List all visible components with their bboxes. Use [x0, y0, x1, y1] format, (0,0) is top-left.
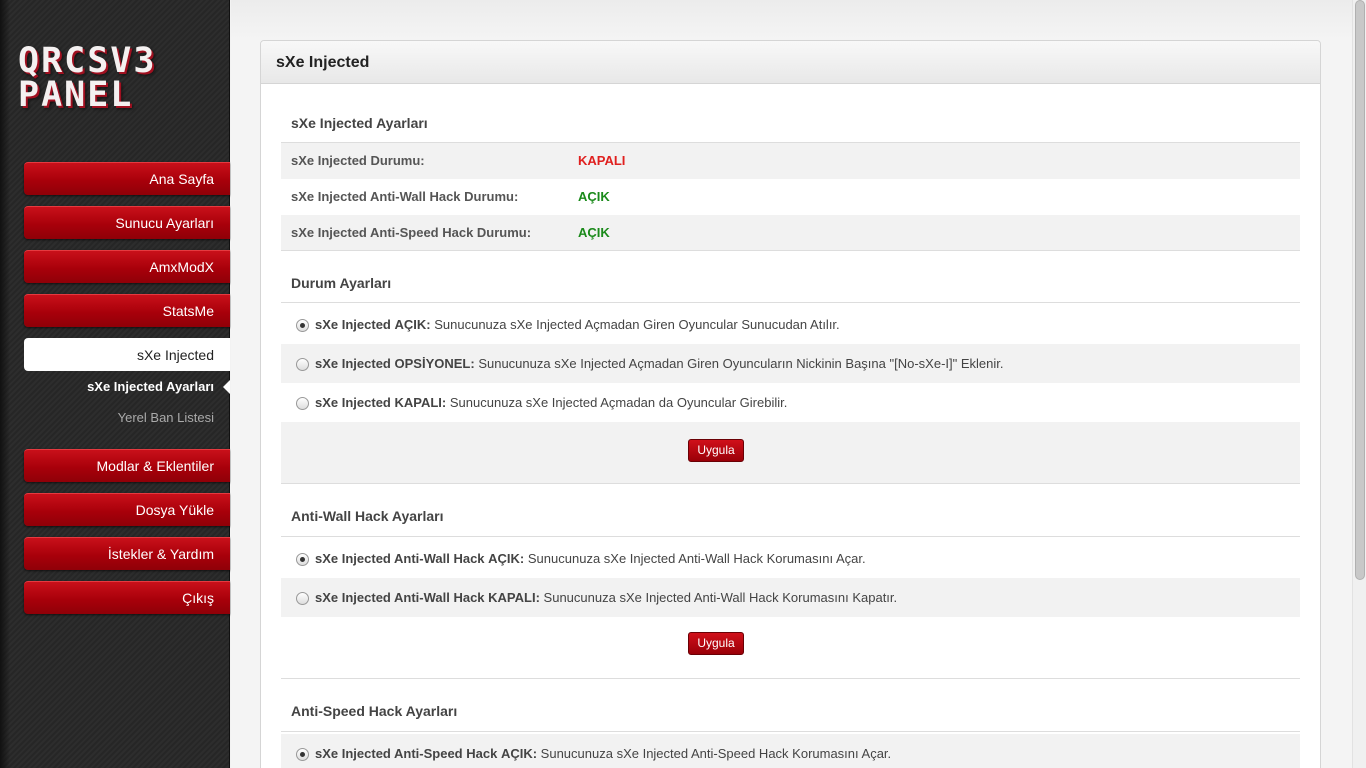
scrollbar[interactable] — [1352, 0, 1366, 768]
radio-antiwall-acik[interactable] — [296, 553, 309, 566]
section-title-durum: Durum Ayarları — [281, 251, 1300, 303]
panel-body: sXe Injected Ayarları sXe Injected Durum… — [261, 84, 1320, 768]
option-description: Sunucunuza sXe Injected Açmadan Giren Oy… — [434, 317, 840, 332]
section-title-antiwall: Anti-Wall Hack Ayarları — [281, 484, 1300, 537]
nav-item-sxe-injected[interactable]: sXe Injected — [24, 338, 230, 371]
nav-item-amxmodx[interactable]: AmxModX — [24, 250, 230, 283]
nav-item-modlar-eklentiler[interactable]: Modlar & Eklentiler — [24, 449, 230, 482]
option-state: KAPALI: — [394, 395, 447, 410]
status-row: sXe Injected Anti-Wall Hack Durumu: AÇIK — [281, 179, 1300, 215]
option-row: sXe Injected Anti-Speed Hack AÇIK: Sunuc… — [281, 734, 1300, 768]
option-state: AÇIK: — [488, 551, 525, 566]
option-description: Sunucunuza sXe Injected Anti-Wall Hack K… — [527, 551, 866, 566]
option-state: AÇIK: — [394, 317, 431, 332]
radio-antiwall-kapali[interactable] — [296, 592, 309, 605]
option-state: AÇIK: — [500, 746, 538, 761]
option-row: sXe Injected Anti-Wall Hack AÇIK: Sunucu… — [281, 539, 1300, 578]
option-description: Sunucunuza sXe Injected Açmadan Giren Oy… — [478, 356, 1004, 371]
section-title-settings: sXe Injected Ayarları — [281, 84, 1300, 143]
status-value: KAPALI — [578, 153, 626, 168]
status-label: sXe Injected Durumu: — [291, 153, 425, 168]
main-nav: Ana Sayfa Sunucu Ayarları AmxModX StatsM… — [24, 162, 230, 625]
subnav-item-yerel-ban-listesi[interactable]: Yerel Ban Listesi — [24, 402, 230, 433]
apply-button-antiwall[interactable]: Uygula — [688, 632, 744, 655]
nav-item-cikis[interactable]: Çıkış — [24, 581, 230, 614]
radio-durum-opsiyonel[interactable] — [296, 358, 309, 371]
nav-item-statsme[interactable]: StatsMe — [24, 294, 230, 327]
option-state: OPSİYONEL: — [394, 356, 475, 371]
option-row: sXe Injected KAPALI: Sunucunuza sXe Inje… — [281, 383, 1300, 422]
status-value: AÇIK — [578, 189, 610, 204]
scrollbar-thumb[interactable] — [1355, 0, 1365, 580]
logo-line-2: PANEL — [18, 75, 134, 115]
logo-line-1: QRCSV3 — [18, 41, 157, 81]
button-area: Uygula — [281, 617, 1300, 679]
logo: QRCSV3 PANEL — [18, 41, 157, 115]
main-panel: sXe Injected sXe Injected Ayarları sXe I… — [260, 40, 1321, 768]
status-row: sXe Injected Durumu: KAPALI — [281, 143, 1300, 179]
panel-title: sXe Injected — [261, 41, 1320, 84]
option-prefix: sXe Injected Anti-Wall Hack — [315, 551, 485, 566]
option-row: sXe Injected OPSİYONEL: Sunucunuza sXe I… — [281, 344, 1300, 383]
radio-antispeed-acik[interactable] — [296, 748, 309, 761]
option-row: sXe Injected AÇIK: Sunucunuza sXe Inject… — [281, 305, 1300, 344]
option-prefix: sXe Injected — [315, 317, 391, 332]
option-prefix: sXe Injected — [315, 356, 391, 371]
status-label: sXe Injected Anti-Wall Hack Durumu: — [291, 189, 519, 204]
option-description: Sunucunuza sXe Injected Anti-Wall Hack K… — [543, 590, 898, 605]
nav-item-sunucu-ayarlari[interactable]: Sunucu Ayarları — [24, 206, 230, 239]
nav-item-istekler-yardim[interactable]: İstekler & Yardım — [24, 537, 230, 570]
radio-durum-acik[interactable] — [296, 319, 309, 332]
status-label: sXe Injected Anti-Speed Hack Durumu: — [291, 225, 532, 240]
option-prefix: sXe Injected Anti-Speed Hack — [315, 746, 498, 761]
apply-button-durum[interactable]: Uygula — [688, 439, 744, 462]
section-title-antispeed: Anti-Speed Hack Ayarları — [281, 679, 1300, 732]
radio-durum-kapali[interactable] — [296, 397, 309, 410]
option-prefix: sXe Injected Anti-Wall Hack — [315, 590, 485, 605]
option-description: Sunucunuza sXe Injected Anti-Speed Hack … — [540, 746, 892, 761]
option-prefix: sXe Injected — [315, 395, 391, 410]
option-state: KAPALI: — [488, 590, 540, 605]
option-description: Sunucunuza sXe Injected Açmadan da Oyunc… — [449, 395, 788, 410]
nav-item-ana-sayfa[interactable]: Ana Sayfa — [24, 162, 230, 195]
status-row: sXe Injected Anti-Speed Hack Durumu: AÇI… — [281, 215, 1300, 251]
sidebar: QRCSV3 PANEL Ana Sayfa Sunucu Ayarları A… — [0, 0, 230, 768]
status-value: AÇIK — [578, 225, 610, 240]
subnav: sXe Injected Ayarları Yerel Ban Listesi — [24, 371, 230, 433]
button-area: Uygula — [281, 422, 1300, 484]
nav-item-dosya-yukle[interactable]: Dosya Yükle — [24, 493, 230, 526]
option-row: sXe Injected Anti-Wall Hack KAPALI: Sunu… — [281, 578, 1300, 617]
subnav-item-sxe-ayarlari[interactable]: sXe Injected Ayarları — [24, 371, 230, 402]
